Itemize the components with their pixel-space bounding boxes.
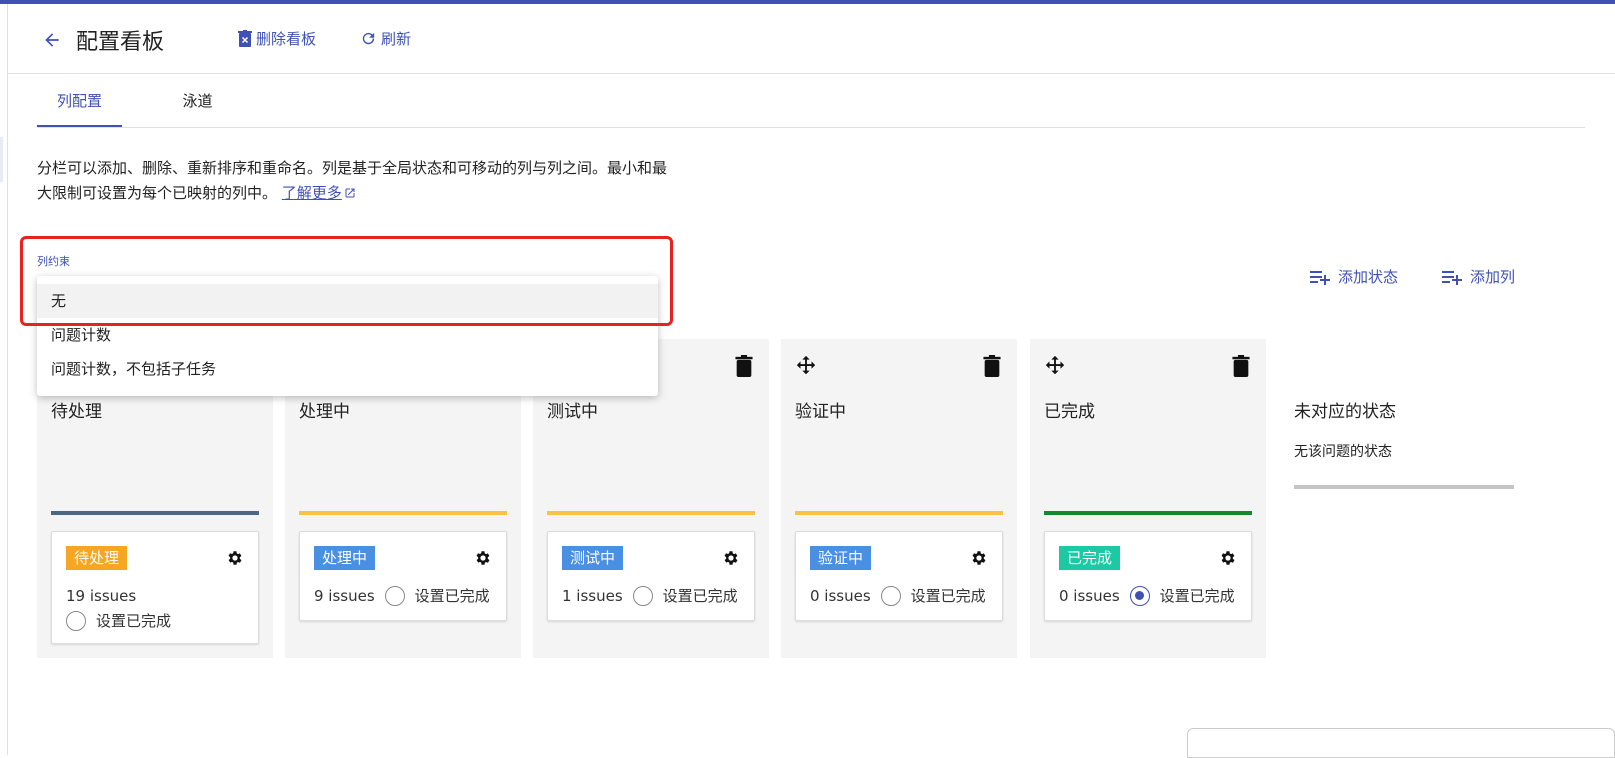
set-done-radio[interactable]	[1129, 585, 1150, 606]
status-card: 处理中 9 issues 设置已完成	[299, 531, 507, 621]
trash-icon[interactable]	[1232, 355, 1250, 377]
column-constraint-dropdown: 无 问题计数 问题计数，不包括子任务	[37, 276, 658, 396]
add-status-button[interactable]: 添加状态	[1310, 266, 1398, 287]
status-card: 验证中 0 issues 设置已完成	[795, 531, 1003, 621]
board-column: 验证中 验证中 0 issues 设置已完成	[781, 339, 1017, 658]
column-color-bar	[547, 511, 755, 515]
set-done-radio[interactable]	[384, 585, 405, 606]
page-title: 配置看板	[76, 30, 165, 55]
refresh-label: 刷新	[381, 30, 412, 48]
left-rail	[0, 4, 8, 755]
trash-icon[interactable]	[735, 355, 753, 377]
learn-more-label: 了解更多	[281, 184, 342, 202]
column-title: 已完成	[1044, 402, 1095, 422]
issue-count: 19 issues	[66, 587, 137, 605]
unmapped-color-bar	[1294, 485, 1514, 489]
delete-board-button[interactable]: 删除看板	[238, 28, 316, 49]
gear-icon[interactable]	[1219, 549, 1237, 567]
gear-icon[interactable]	[722, 549, 740, 567]
set-done-label: 设置已完成	[96, 612, 172, 630]
constraint-option-none[interactable]: 无	[37, 284, 658, 318]
column-color-bar	[299, 511, 507, 515]
gear-icon[interactable]	[226, 549, 244, 567]
page-header: 配置看板 删除看板 刷新	[8, 4, 1615, 74]
unmapped-subtitle: 无该问题的状态	[1294, 444, 1392, 460]
move-arrows-icon[interactable]	[795, 355, 817, 377]
tab-swimlanes[interactable]: 泳道	[155, 78, 240, 126]
column-title: 验证中	[795, 402, 846, 422]
tab-bar: 列配置 泳道	[37, 78, 1585, 128]
description: 分栏可以添加、删除、重新排序和重命名。列是基于全局状态和可移动的列与列之间。最小…	[37, 156, 677, 206]
gear-icon[interactable]	[474, 549, 492, 567]
trash-icon[interactable]	[983, 355, 1001, 377]
column-color-bar	[51, 511, 259, 515]
move-arrows-icon[interactable]	[1044, 355, 1066, 377]
set-done-option[interactable]: 9 issues 设置已完成	[314, 585, 490, 606]
tab-column-config[interactable]: 列配置	[37, 78, 122, 127]
playlist-add-icon	[1442, 270, 1462, 285]
set-done-label: 设置已完成	[662, 587, 738, 605]
column-color-bar	[795, 511, 1003, 515]
set-done-radio[interactable]	[66, 610, 86, 631]
column-color-bar	[1044, 511, 1252, 515]
gear-icon[interactable]	[970, 549, 988, 567]
learn-more-link[interactable]: 了解更多	[282, 184, 356, 202]
status-card: 已完成 0 issues 设置已完成	[1044, 531, 1252, 621]
column-title: 测试中	[547, 402, 598, 422]
refresh-button[interactable]: 刷新	[360, 28, 411, 49]
unmapped-statuses-column: 未对应的状态 无该问题的状态	[1280, 339, 1516, 658]
playlist-add-icon	[1310, 270, 1330, 285]
column-constraint-label: 列约束	[37, 255, 70, 268]
set-done-radio[interactable]	[880, 585, 901, 606]
set-done-option[interactable]: 设置已完成	[66, 610, 171, 631]
constraint-option-issue-count[interactable]: 问题计数	[37, 318, 658, 352]
issue-count: 0 issues	[1059, 586, 1120, 605]
status-badge: 待处理	[66, 546, 128, 570]
external-link-icon	[345, 188, 355, 198]
status-badge: 测试中	[562, 546, 624, 570]
status-badge: 验证中	[810, 546, 872, 570]
status-card: 待处理 19 issues 设置已完成	[51, 531, 259, 644]
set-done-label: 设置已完成	[414, 587, 490, 605]
set-done-option[interactable]: 1 issues 设置已完成	[562, 585, 738, 606]
issue-count: 9 issues	[314, 586, 375, 605]
board-column: 已完成 已完成 0 issues 设置已完成	[1030, 339, 1266, 658]
set-done-label: 设置已完成	[1159, 587, 1235, 605]
add-column-label: 添加列	[1470, 268, 1516, 286]
set-done-label: 设置已完成	[910, 587, 986, 605]
set-done-option[interactable]: 0 issues 设置已完成	[1059, 585, 1235, 606]
delete-board-icon	[238, 30, 252, 47]
column-title: 处理中	[299, 402, 350, 422]
back-button[interactable]	[36, 24, 68, 56]
set-done-option[interactable]: 0 issues 设置已完成	[810, 585, 986, 606]
status-badge: 处理中	[314, 546, 376, 570]
rail-marker	[0, 137, 3, 182]
constraint-option-issue-count-no-subtasks[interactable]: 问题计数，不包括子任务	[37, 352, 658, 386]
column-title: 待处理	[51, 402, 102, 422]
bottom-panel-edge	[1187, 728, 1615, 758]
set-done-radio[interactable]	[632, 585, 653, 606]
status-badge: 已完成	[1059, 546, 1121, 570]
refresh-icon	[362, 32, 375, 45]
delete-board-label: 删除看板	[256, 30, 317, 48]
issue-count: 0 issues	[810, 586, 871, 605]
arrow-left-icon	[45, 33, 59, 47]
add-status-label: 添加状态	[1338, 268, 1399, 286]
add-column-button[interactable]: 添加列	[1442, 266, 1515, 287]
unmapped-title: 未对应的状态	[1294, 402, 1396, 422]
status-card: 测试中 1 issues 设置已完成	[547, 531, 755, 621]
issue-count: 1 issues	[562, 586, 623, 605]
